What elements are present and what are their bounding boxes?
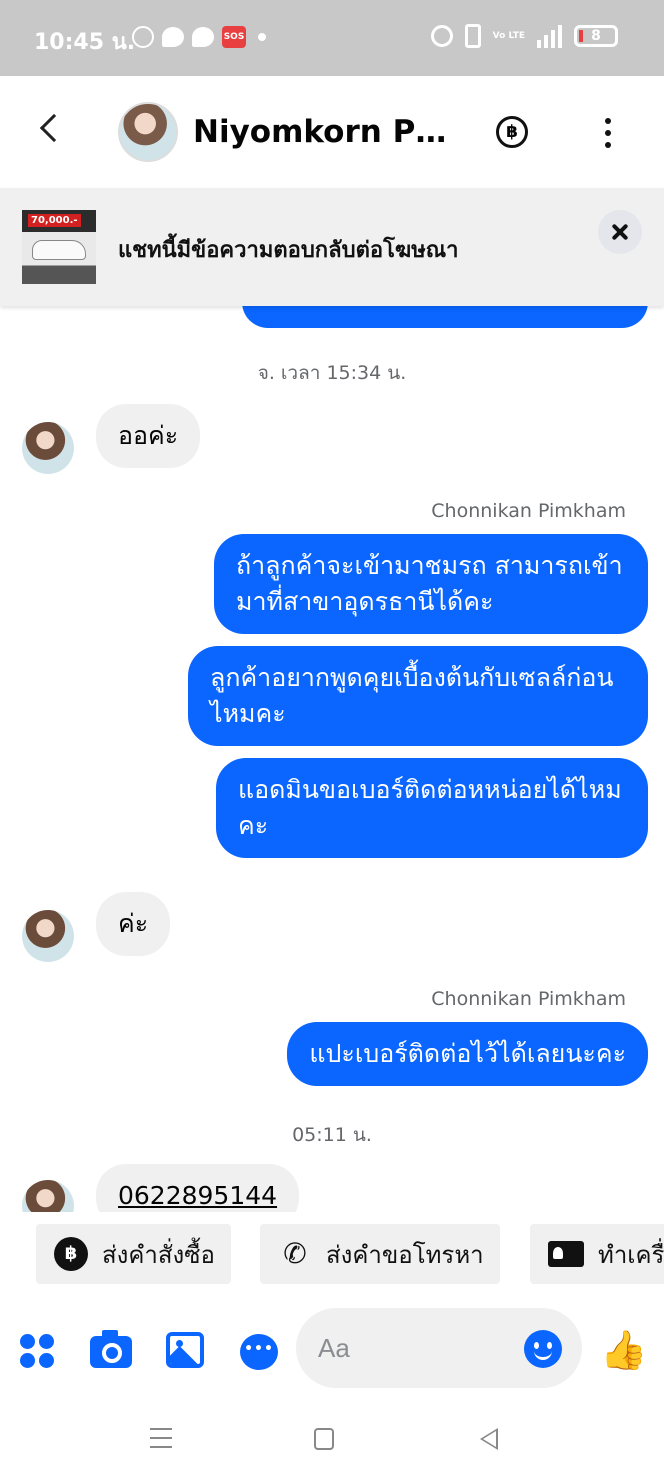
thumbs-up-icon[interactable]: 👍	[600, 1328, 647, 1372]
contact-avatar-small[interactable]	[22, 910, 74, 962]
message-bubble-outgoing-partial[interactable]	[242, 306, 648, 328]
camera-icon[interactable]	[90, 1330, 132, 1368]
quick-reply-contact-card[interactable]: ทำเครื่	[530, 1224, 664, 1284]
message-bubble-incoming-phone[interactable]: 0622895144	[96, 1164, 300, 1212]
home-icon[interactable]	[314, 1428, 334, 1450]
vibrate-icon	[464, 24, 481, 48]
quick-reply-send-order[interactable]: ฿ ส่งคำสั่งซื้อ	[36, 1224, 231, 1284]
message-bubble-incoming[interactable]: ค่ะ	[96, 892, 171, 956]
contact-avatar-small[interactable]	[22, 422, 74, 474]
ad-thumbnail-price: 70,000.-	[28, 214, 81, 227]
system-nav-bar	[0, 1402, 664, 1480]
apps-icon[interactable]	[20, 1334, 54, 1368]
quick-reply-label: ส่งคำสั่งซื้อ	[102, 1240, 215, 1269]
contact-avatar[interactable]	[118, 102, 178, 162]
timestamp: จ. เวลา 15:34 น.	[257, 362, 407, 384]
back-arrow-icon[interactable]	[39, 113, 69, 143]
status-time: 10:45 น.	[34, 30, 136, 55]
payment-baht-icon[interactable]: ฿	[496, 116, 528, 148]
system-icons: Vo LTE 8	[430, 24, 618, 48]
battery-icon: 8	[574, 25, 618, 47]
more-notifications-icon	[258, 33, 266, 41]
more-options-icon[interactable]	[604, 118, 612, 148]
back-icon[interactable]	[480, 1428, 498, 1450]
ad-thumbnail[interactable]: 70,000.-	[22, 210, 96, 284]
contact-name[interactable]: Niyomkorn Ph...	[193, 114, 453, 150]
chat-header: Niyomkorn Ph... ฿	[0, 76, 664, 188]
volte-icon: Vo LTE	[492, 31, 525, 41]
ad-banner-text: แชทนี้มีข้อความตอบกลับต่อโฆษณา	[118, 238, 459, 263]
message-composer: ••• 👍	[0, 1298, 664, 1402]
chat-notification-icon	[162, 27, 184, 47]
messenger-icon	[192, 27, 214, 47]
message-list[interactable]: จ. เวลา 15:34 น. ออค่ะ Chonnikan Pimkham…	[0, 306, 664, 1212]
gallery-icon[interactable]	[166, 1332, 204, 1368]
phone-add-icon: ✆	[283, 1237, 307, 1270]
car-image	[32, 240, 86, 260]
ad-reply-banner[interactable]: 70,000.- แชทนี้มีข้อความตอบกลับต่อโฆษณา	[0, 188, 664, 306]
sos-icon: SOS	[222, 26, 246, 48]
recent-apps-icon[interactable]	[150, 1428, 172, 1448]
quick-replies-icon[interactable]: •••	[240, 1334, 278, 1370]
message-bubble-outgoing[interactable]: แปะเบอร์ติดต่อไว้ได้เลยนะคะ	[287, 1022, 648, 1086]
message-bubble-outgoing[interactable]: แอดมินขอเบอร์ติดต่อหหน่อยได้ไหมคะ	[216, 758, 648, 858]
quick-reply-call-request[interactable]: ✆ ส่งคำขอโทรหา	[260, 1224, 500, 1284]
quick-reply-bar: ฿ ส่งคำสั่งซื้อ ✆ ส่งคำขอโทรหา ทำเครื่	[0, 1212, 664, 1298]
signal-icon	[537, 24, 562, 48]
emoji-icon[interactable]	[524, 1330, 562, 1368]
quick-reply-label: ส่งคำขอโทรหา	[326, 1240, 484, 1269]
alarm-icon	[430, 25, 453, 47]
status-bar: 10:45 น. SOS Vo LTE 8	[0, 0, 664, 76]
message-bubble-outgoing[interactable]: ถ้าลูกค้าจะเข้ามาชมรถ สามารถเข้ามาที่สาข…	[214, 534, 648, 634]
message-bubble-incoming[interactable]: ออค่ะ	[96, 404, 201, 468]
timestamp: 05:11 น.	[292, 1124, 372, 1146]
contact-avatar-small[interactable]	[22, 1180, 74, 1212]
contact-card-icon	[548, 1241, 584, 1267]
sender-name: Chonnikan Pimkham	[431, 988, 626, 1010]
baht-icon: ฿	[54, 1237, 88, 1271]
notification-icons: SOS	[132, 26, 266, 48]
phone-number-link[interactable]: 0622895144	[118, 1181, 277, 1210]
threads-icon	[132, 26, 154, 48]
close-banner-button[interactable]	[598, 210, 642, 254]
message-bubble-outgoing[interactable]: ลูกค้าอยากพูดคุยเบื้องต้นกับเซลล์ก่อนไหม…	[188, 646, 648, 746]
sender-name: Chonnikan Pimkham	[431, 500, 626, 522]
quick-reply-label: ทำเครื่	[598, 1240, 664, 1269]
